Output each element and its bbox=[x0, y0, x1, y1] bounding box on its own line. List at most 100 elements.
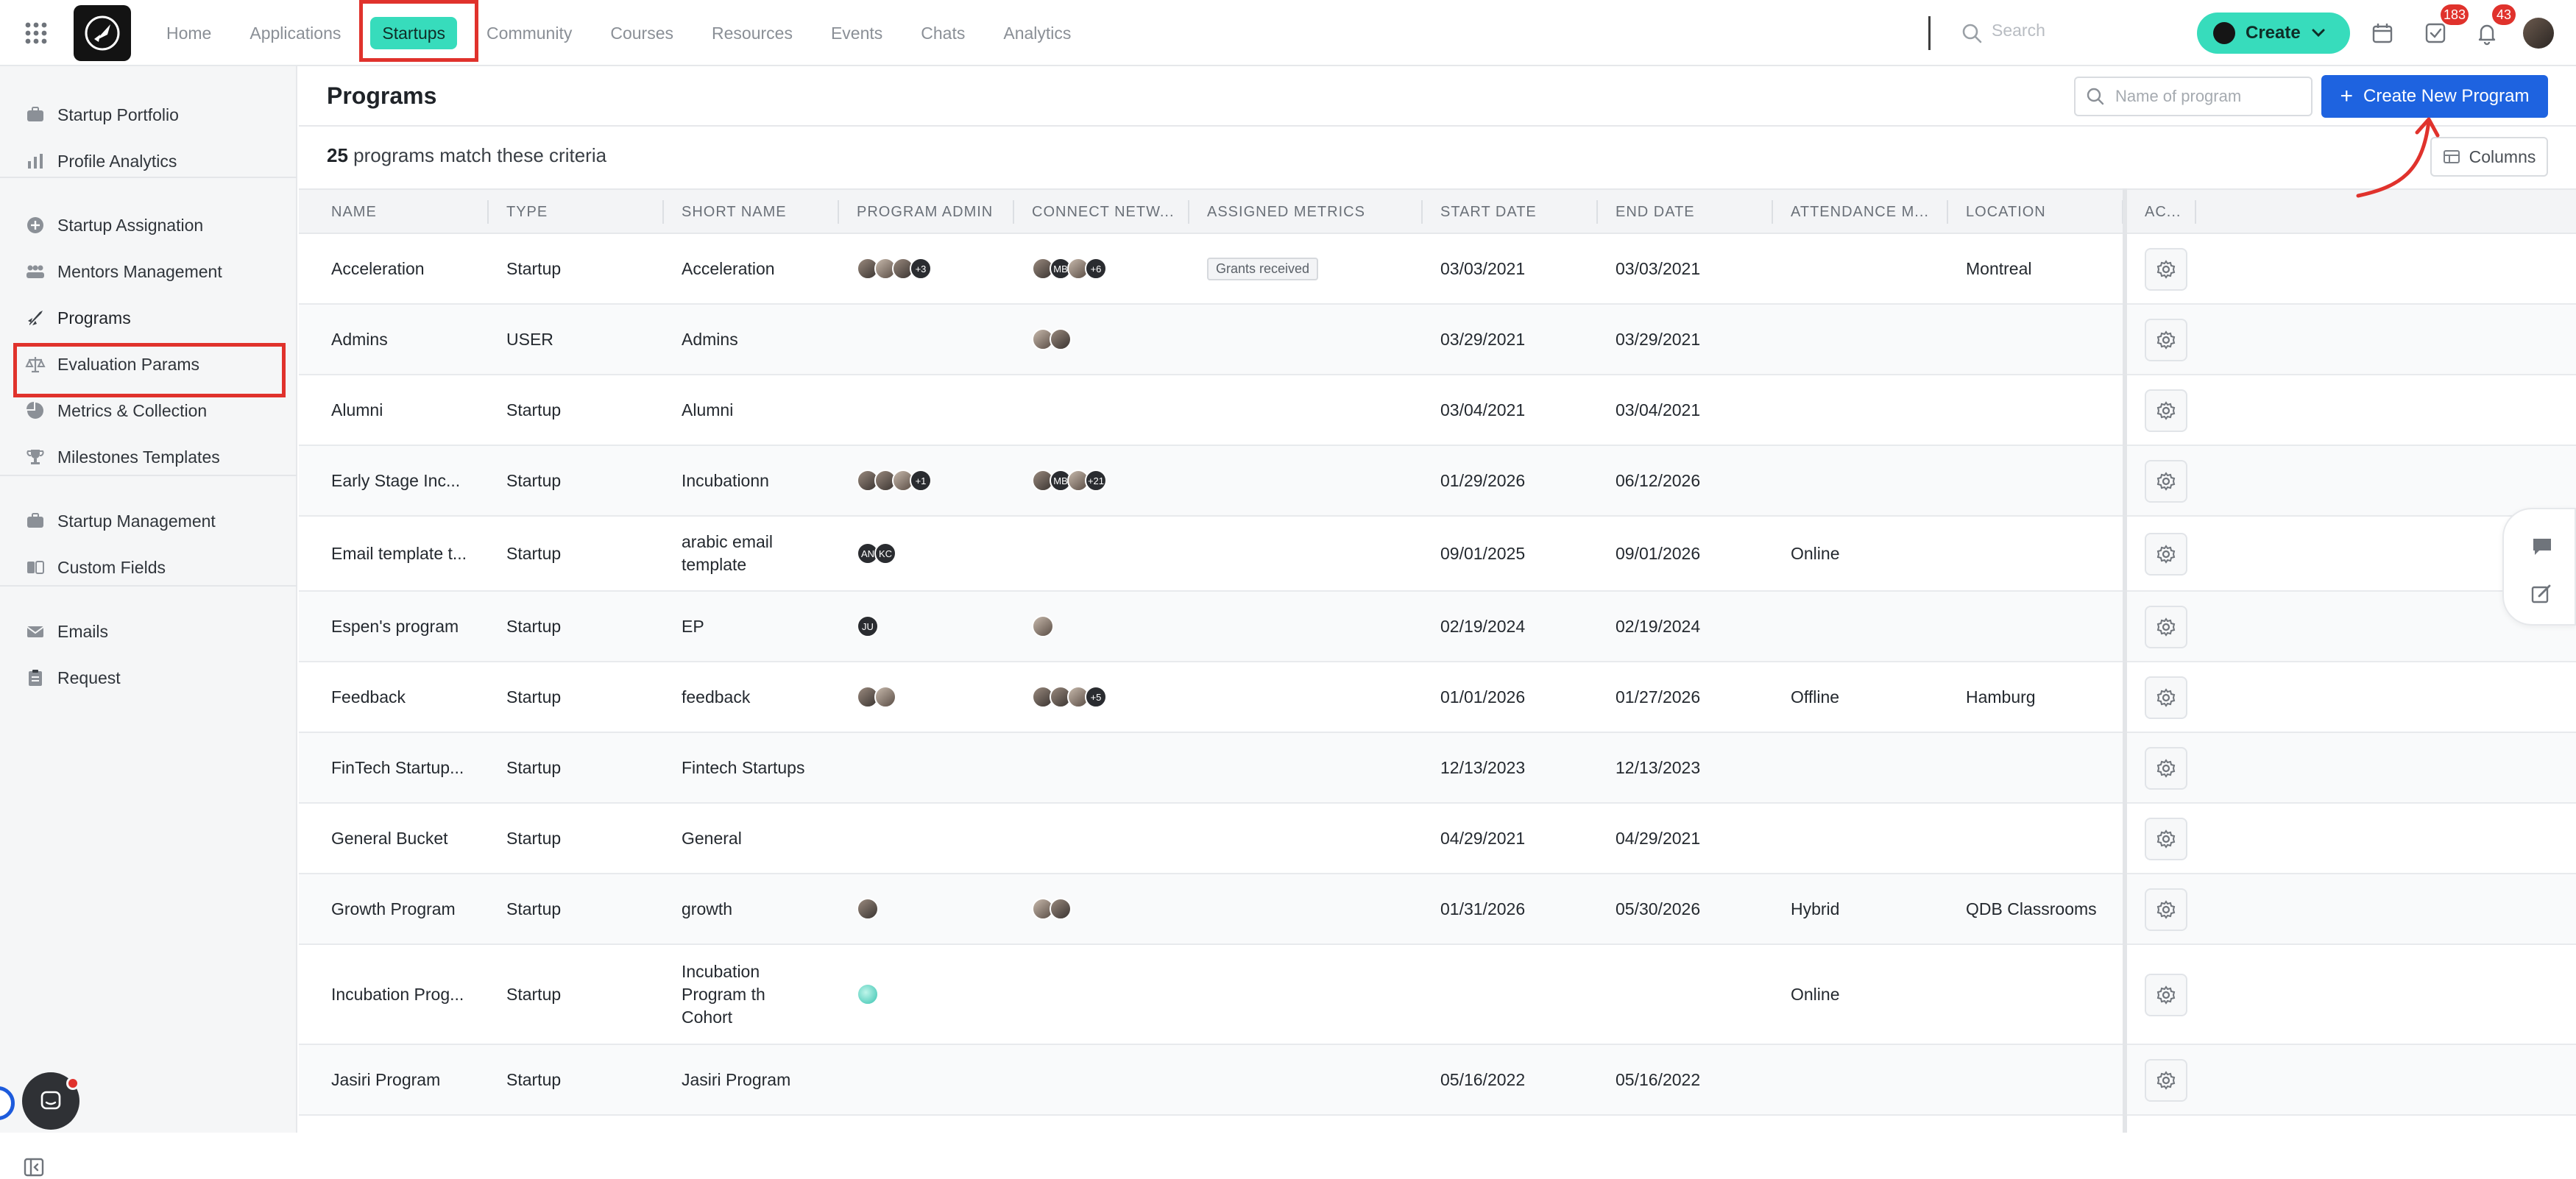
sidebar-item-startup-assignation[interactable]: Startup Assignation bbox=[25, 210, 203, 240]
sidebar-item-milestones-templates[interactable]: Milestones Templates bbox=[25, 442, 220, 472]
row-settings-button[interactable] bbox=[2145, 676, 2187, 719]
table-row[interactable]: Alumni Startup Alumni 03/04/2021 03/04/2021 bbox=[299, 375, 2576, 446]
nav-item-courses[interactable]: Courses bbox=[591, 17, 693, 49]
network-avatars[interactable]: MB +21 bbox=[1032, 470, 1107, 492]
nav-item-home[interactable]: Home bbox=[147, 17, 230, 49]
row-settings-button[interactable] bbox=[2145, 747, 2187, 790]
table-row[interactable]: Email template t... Startup arabic email t… bbox=[299, 517, 2576, 592]
sidebar-item-custom-fields[interactable]: Custom Fields bbox=[25, 553, 166, 582]
cell-name[interactable]: Alumni bbox=[331, 375, 383, 445]
table-row[interactable]: Incubation Prog... Startup Incubation Prog… bbox=[299, 945, 2576, 1045]
admins-avatars[interactable] bbox=[857, 898, 879, 920]
column-resize-handle[interactable] bbox=[1013, 200, 1014, 224]
row-settings-button[interactable] bbox=[2145, 533, 2187, 576]
column-resize-handle[interactable] bbox=[1772, 200, 1773, 224]
network-avatars[interactable]: MB +6 bbox=[1032, 258, 1107, 280]
row-settings-button[interactable] bbox=[2145, 389, 2187, 432]
sidebar-item-emails[interactable]: Emails bbox=[25, 617, 108, 646]
sidebar-item-metrics-collection[interactable]: Metrics & Collection bbox=[25, 396, 207, 425]
column-resize-handle[interactable] bbox=[1596, 200, 1598, 224]
column-header-connect-netw[interactable]: Connect Netw... bbox=[1032, 190, 1175, 234]
column-resize-handle[interactable] bbox=[487, 200, 489, 224]
nav-item-resources[interactable]: Resources bbox=[693, 17, 812, 49]
column-header-type[interactable]: Type bbox=[506, 190, 548, 234]
sidebar-item-profile-analytics[interactable]: Profile Analytics bbox=[25, 146, 177, 176]
column-header-ac[interactable]: Ac... bbox=[2145, 190, 2181, 234]
table-row[interactable]: Admins USER Admins 03/29/2021 03/29/2021 bbox=[299, 305, 2576, 375]
network-avatars[interactable]: +5 bbox=[1032, 686, 1107, 708]
admins-avatars[interactable]: AN KC bbox=[857, 542, 896, 564]
row-settings-button[interactable] bbox=[2145, 460, 2187, 503]
cell-name[interactable]: Email template t... bbox=[331, 517, 467, 590]
table-row[interactable]: Jasiri Program Startup Jasiri Program 05/16… bbox=[299, 1045, 2576, 1116]
tasks-check-icon[interactable] bbox=[2423, 21, 2448, 46]
comment-icon[interactable] bbox=[2530, 536, 2554, 558]
admins-avatars[interactable] bbox=[857, 686, 896, 708]
admins-avatars[interactable]: +1 bbox=[857, 470, 932, 492]
nav-item-analytics[interactable]: Analytics bbox=[984, 17, 1090, 49]
status-ring[interactable] bbox=[0, 1086, 15, 1120]
apps-grid-icon[interactable] bbox=[22, 19, 50, 47]
column-resize-handle[interactable] bbox=[838, 200, 839, 224]
cell-name[interactable]: Incubation Prog... bbox=[331, 945, 464, 1044]
nav-item-community[interactable]: Community bbox=[467, 17, 591, 49]
table-row[interactable]: General Bucket Startup General 04/29/2021 04… bbox=[299, 804, 2576, 874]
column-header-name[interactable]: Name bbox=[331, 190, 377, 234]
admins-avatars[interactable]: +3 bbox=[857, 258, 932, 280]
column-header-assigned-metrics[interactable]: Assigned Metrics bbox=[1207, 190, 1365, 234]
network-avatars[interactable] bbox=[1032, 615, 1054, 637]
calendar-icon[interactable] bbox=[2370, 21, 2395, 46]
network-avatars[interactable] bbox=[1032, 898, 1072, 920]
cell-name[interactable]: Admins bbox=[331, 305, 388, 374]
row-settings-button[interactable] bbox=[2145, 818, 2187, 860]
cell-name[interactable]: Espen's program bbox=[331, 592, 459, 661]
column-resize-handle[interactable] bbox=[2195, 200, 2196, 224]
cell-name[interactable]: FinTech Startup... bbox=[331, 733, 464, 802]
table-row[interactable]: Early Stage Inc... Startup Incubationn +1 MB… bbox=[299, 446, 2576, 517]
row-settings-button[interactable] bbox=[2145, 319, 2187, 361]
table-row[interactable]: Acceleration Startup Acceleration +3 MB +6 Gra… bbox=[299, 234, 2576, 305]
nav-item-applications[interactable]: Applications bbox=[230, 17, 360, 49]
column-header-short-name[interactable]: Short Name bbox=[682, 190, 787, 234]
table-row[interactable]: Feedback Startup feedback +5 01/01/2026 01/27… bbox=[299, 662, 2576, 733]
row-settings-button[interactable] bbox=[2145, 1059, 2187, 1102]
column-header-location[interactable]: Location bbox=[1966, 190, 2046, 234]
cell-name[interactable]: Feedback bbox=[331, 662, 406, 732]
bell-icon[interactable] bbox=[2474, 21, 2499, 46]
sidebar-item-programs[interactable]: Programs bbox=[25, 303, 131, 333]
sidebar-item-mentors-management[interactable]: Mentors Management bbox=[25, 257, 222, 286]
admins-avatars[interactable] bbox=[857, 983, 879, 1005]
cell-name[interactable]: General Bucket bbox=[331, 804, 448, 873]
user-avatar[interactable] bbox=[2523, 18, 2554, 49]
column-resize-handle[interactable] bbox=[1947, 200, 1948, 224]
sidebar-item-startup-management[interactable]: Startup Management bbox=[25, 506, 216, 536]
column-header-program-admin[interactable]: Program Admin bbox=[857, 190, 993, 234]
column-resize-handle[interactable] bbox=[1188, 200, 1189, 224]
column-header-end-date[interactable]: End Date bbox=[1616, 190, 1695, 234]
nav-item-chats[interactable]: Chats bbox=[902, 17, 984, 49]
table-row[interactable]: FinTech Startup... Startup Fintech Startup… bbox=[299, 733, 2576, 804]
search-icon[interactable] bbox=[1961, 22, 1983, 44]
row-settings-button[interactable] bbox=[2145, 248, 2187, 291]
program-search[interactable] bbox=[2074, 77, 2313, 116]
network-avatars[interactable] bbox=[1032, 328, 1072, 350]
column-header-start-date[interactable]: Start Date bbox=[1440, 190, 1537, 234]
table-row[interactable]: Espen's program Startup EP JU 02/19/2024 02/1… bbox=[299, 592, 2576, 662]
cell-name[interactable]: Jasiri Program bbox=[331, 1045, 440, 1114]
create-button[interactable]: Create bbox=[2197, 13, 2350, 54]
global-search-input[interactable]: Search bbox=[1992, 21, 2045, 40]
row-settings-button[interactable] bbox=[2145, 888, 2187, 931]
edit-icon[interactable] bbox=[2530, 583, 2552, 605]
nav-item-events[interactable]: Events bbox=[812, 17, 902, 49]
sidebar-item-request[interactable]: Request bbox=[25, 663, 121, 693]
cell-name[interactable]: Early Stage Inc... bbox=[331, 446, 460, 515]
table-row[interactable]: Growth Program Startup growth 01/31/2026 05/… bbox=[299, 874, 2576, 945]
column-resize-handle[interactable] bbox=[662, 200, 664, 224]
app-logo[interactable] bbox=[74, 5, 131, 61]
row-settings-button[interactable] bbox=[2145, 974, 2187, 1016]
program-search-input[interactable] bbox=[2114, 86, 2298, 107]
admins-avatars[interactable]: JU bbox=[857, 615, 879, 637]
sidebar-item-startup-portfolio[interactable]: Startup Portfolio bbox=[25, 100, 179, 130]
sidebar-item-evaluation-params[interactable]: Evaluation Params bbox=[25, 350, 199, 379]
row-settings-button[interactable] bbox=[2145, 606, 2187, 648]
